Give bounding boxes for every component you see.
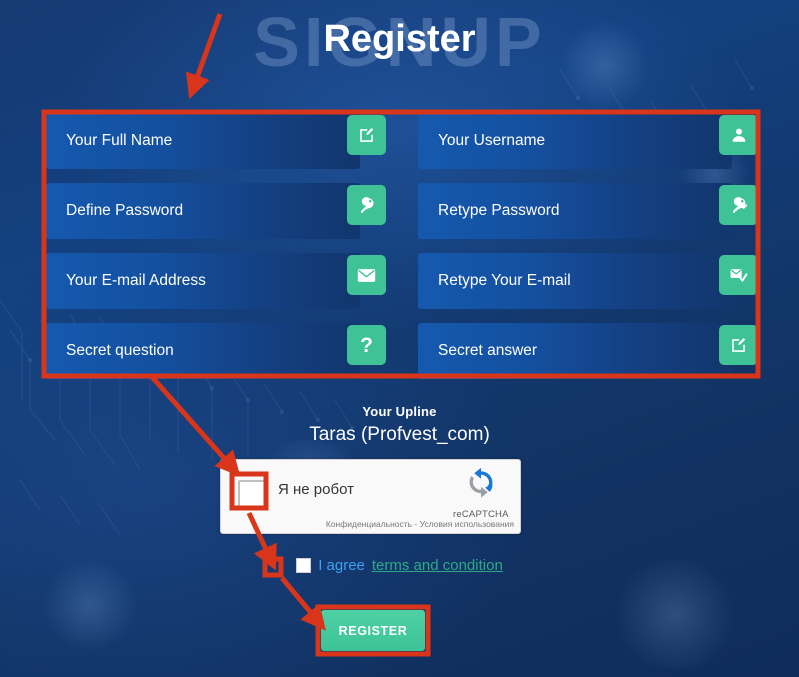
register-button[interactable]: REGISTER <box>321 610 425 651</box>
question-mark-icon: ? <box>347 325 386 365</box>
envelope-check-icon <box>719 255 758 295</box>
field-secret-question[interactable]: Secret question ? <box>46 323 386 379</box>
arrow-to-register <box>280 576 326 631</box>
recaptcha-legal[interactable]: Конфиденциальность - Условия использован… <box>326 519 514 529</box>
edit-square-icon <box>347 115 386 155</box>
upline-label: Your Upline <box>362 404 437 419</box>
edit-square-icon <box>719 325 758 365</box>
upline-name: Taras (Profvest_com) <box>309 424 490 445</box>
key-icon <box>347 185 386 225</box>
bokeh-glow <box>610 560 740 670</box>
signup-page: SIGNUP Register Your Full Name Your User… <box>0 0 799 677</box>
recaptcha-logo: reCAPTCHA <box>453 467 508 520</box>
field-label: Your Full Name <box>66 132 173 149</box>
recaptcha-checkbox[interactable] <box>238 480 268 510</box>
field-full-name[interactable]: Your Full Name <box>46 113 386 169</box>
recaptcha-arrows-icon <box>469 467 493 498</box>
field-email[interactable]: Your E-mail Address <box>46 253 386 309</box>
field-label: Define Password <box>66 202 184 219</box>
field-label: Secret answer <box>438 342 538 359</box>
envelope-icon <box>347 255 386 295</box>
field-define-password[interactable]: Define Password <box>46 183 386 239</box>
upline-section: Your Upline Taras (Profvest_com) <box>0 404 799 446</box>
terms-and-conditions-link[interactable]: terms and condition <box>372 557 503 574</box>
user-icon <box>719 115 758 155</box>
field-retype-password[interactable]: Retype Password <box>418 183 758 239</box>
field-label: Your E-mail Address <box>66 272 206 289</box>
terms-checkbox[interactable] <box>296 558 312 573</box>
signup-form: Your Full Name Your Username Define Pass… <box>46 113 758 379</box>
recaptcha-label: Я не робот <box>278 481 354 498</box>
field-label: Retype Password <box>438 202 560 219</box>
field-username[interactable]: Your Username <box>418 113 758 169</box>
field-label: Your Username <box>438 132 546 149</box>
terms-agree-row: I agree terms and condition <box>0 557 799 574</box>
key-check-icon <box>719 185 758 225</box>
field-retype-email[interactable]: Retype Your E-mail <box>418 253 758 309</box>
field-secret-answer[interactable]: Secret answer <box>418 323 758 379</box>
terms-agree-text: I agree <box>318 557 365 574</box>
page-title: Register <box>323 18 476 60</box>
recaptcha-widget[interactable]: Я не робот reCAPTCHA Конфиденциальность … <box>220 459 521 534</box>
field-label: Retype Your E-mail <box>438 272 571 289</box>
field-label: Secret question <box>66 342 174 359</box>
